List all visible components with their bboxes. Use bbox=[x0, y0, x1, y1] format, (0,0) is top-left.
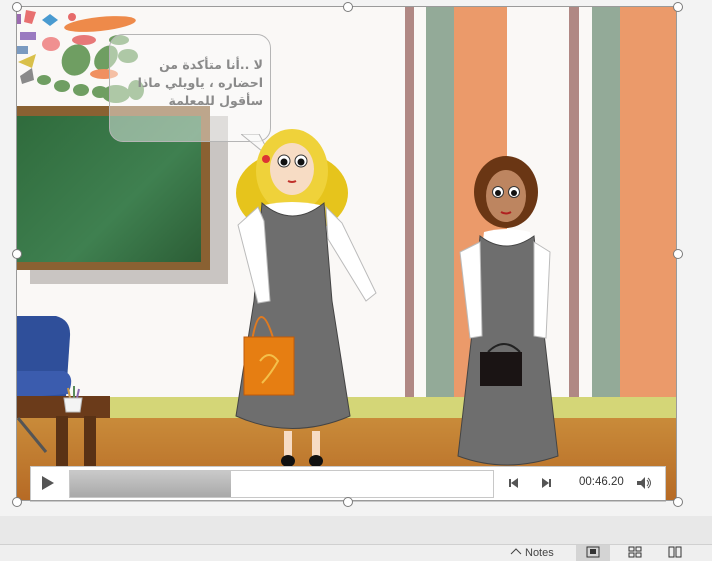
brunette-girl-character bbox=[457, 156, 559, 466]
resize-handle-bottom-right[interactable] bbox=[673, 497, 683, 507]
status-bar: Notes bbox=[0, 544, 712, 561]
wall-stripe bbox=[620, 6, 677, 398]
easel-leg bbox=[16, 417, 48, 453]
seek-bar-progress bbox=[70, 471, 231, 497]
speech-bubble-text: لا ..أنا متأكدة من احضاره ، ياويلي ماذا … bbox=[137, 57, 263, 108]
resize-handle-bottom-left[interactable] bbox=[12, 497, 22, 507]
blonde-girl-character bbox=[235, 129, 377, 467]
table-leg bbox=[84, 416, 96, 471]
slide-video-frame[interactable]: لا ..أنا متأكدة من احضاره ، ياويلي ماذا … bbox=[16, 6, 677, 501]
slide-canvas-area: لا ..أنا متأكدة من احضاره ، ياويلي ماذا … bbox=[0, 0, 712, 516]
seek-bar[interactable] bbox=[69, 470, 494, 498]
resize-handle-left[interactable] bbox=[12, 249, 22, 259]
skip-forward-icon bbox=[540, 477, 552, 492]
normal-view-icon bbox=[586, 546, 600, 561]
skip-back-icon bbox=[508, 477, 520, 492]
reading-view-button[interactable] bbox=[658, 545, 692, 561]
table-leg bbox=[56, 416, 68, 471]
pencil-cup bbox=[63, 386, 83, 413]
resize-handle-top-left[interactable] bbox=[12, 2, 22, 12]
speaker-icon bbox=[636, 476, 652, 493]
skip-forward-button[interactable] bbox=[531, 470, 561, 498]
resize-handle-bottom[interactable] bbox=[343, 497, 353, 507]
resize-handle-top-right[interactable] bbox=[673, 2, 683, 12]
play-icon bbox=[41, 475, 55, 494]
play-button[interactable] bbox=[33, 470, 63, 498]
wall-stripe bbox=[405, 6, 414, 398]
normal-view-button[interactable] bbox=[576, 545, 610, 561]
volume-button[interactable] bbox=[629, 470, 659, 498]
playback-time: 00:46.20 bbox=[579, 476, 624, 488]
slide-sorter-button[interactable] bbox=[618, 545, 652, 561]
wall-stripe bbox=[426, 6, 454, 398]
resize-handle-right[interactable] bbox=[673, 249, 683, 259]
reading-view-icon bbox=[668, 546, 682, 561]
notes-icon bbox=[510, 547, 522, 560]
notes-button[interactable]: Notes bbox=[510, 545, 554, 561]
notes-label: Notes bbox=[525, 547, 554, 559]
wall-stripe bbox=[592, 6, 620, 398]
resize-handle-top[interactable] bbox=[343, 2, 353, 12]
slide-sorter-icon bbox=[628, 546, 642, 561]
skip-back-button[interactable] bbox=[499, 470, 529, 498]
